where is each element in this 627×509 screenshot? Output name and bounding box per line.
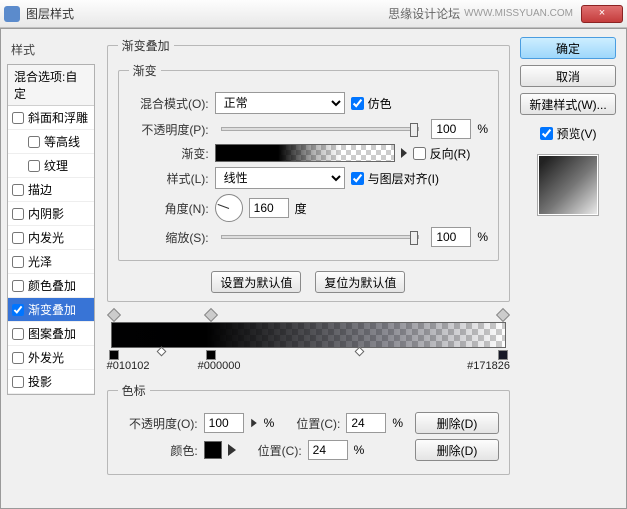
scale-slider[interactable] xyxy=(221,235,420,239)
stop-hex: #000000 xyxy=(198,360,241,372)
opacity-input[interactable] xyxy=(431,119,471,139)
ok-button[interactable]: 确定 xyxy=(520,37,616,59)
opacity-stop[interactable] xyxy=(496,308,510,322)
sidebar-item[interactable]: 纹理 xyxy=(8,154,94,178)
blend-mode-label: 混合模式(O): xyxy=(129,95,209,112)
sidebar-item[interactable]: 图案叠加 xyxy=(8,322,94,346)
position-label: 位置(C): xyxy=(242,442,302,459)
midpoint-icon[interactable] xyxy=(354,347,364,357)
style-label: 样式(L): xyxy=(129,170,209,187)
sidebar-item-label: 内发光 xyxy=(28,229,64,246)
preview-checkbox[interactable]: 预览(V) xyxy=(520,125,616,142)
sidebar-item-label: 颜色叠加 xyxy=(28,277,76,294)
sub-title: 渐变 xyxy=(129,62,161,79)
sidebar-item[interactable]: 光泽 xyxy=(8,250,94,274)
sidebar-item-label: 图案叠加 xyxy=(28,325,76,342)
sidebar-header: 样式 xyxy=(7,39,95,60)
sidebar-item-label: 投影 xyxy=(28,373,52,390)
sidebar-item-label: 斜面和浮雕 xyxy=(28,109,88,126)
opacity-label: 不透明度(P): xyxy=(129,121,209,138)
dropdown-icon[interactable] xyxy=(251,419,257,427)
blend-mode-select[interactable]: 正常 xyxy=(215,92,345,114)
window-title: 图层样式 xyxy=(26,5,388,22)
color-stop[interactable] xyxy=(206,350,216,360)
set-default-button[interactable]: 设置为默认值 xyxy=(211,271,301,293)
reverse-checkbox[interactable]: 反向(R) xyxy=(413,145,471,162)
sidebar-item[interactable]: 斜面和浮雕 xyxy=(8,106,94,130)
angle-label: 角度(N): xyxy=(129,200,209,217)
sidebar-item[interactable]: 描边 xyxy=(8,178,94,202)
titlebar: 图层样式 思缘设计论坛 WWW.MISSYUAN.COM × xyxy=(0,0,627,28)
sidebar-item[interactable]: 内发光 xyxy=(8,226,94,250)
gradient-picker[interactable] xyxy=(215,144,395,162)
scale-input[interactable] xyxy=(431,227,471,247)
style-select[interactable]: 线性 xyxy=(215,167,345,189)
color-dropdown-icon[interactable] xyxy=(228,444,236,456)
gradient-label: 渐变: xyxy=(129,145,209,162)
stop-hex: #171826 xyxy=(467,360,510,372)
close-button[interactable]: × xyxy=(581,5,623,23)
blend-options-header[interactable]: 混合选项:自定 xyxy=(8,65,94,106)
sidebar-item-label: 外发光 xyxy=(28,349,64,366)
new-style-button[interactable]: 新建样式(W)... xyxy=(520,93,616,115)
sidebar-item[interactable]: 投影 xyxy=(8,370,94,394)
sidebar-item-label: 描边 xyxy=(28,181,52,198)
position-input-1[interactable] xyxy=(346,413,386,433)
sidebar-item[interactable]: 内阴影 xyxy=(8,202,94,226)
sidebar-item[interactable]: 等高线 xyxy=(8,130,94,154)
gradient-editor[interactable]: #010102 #000000 #171826 xyxy=(111,322,506,348)
gradient-dropdown-icon[interactable] xyxy=(401,148,407,158)
angle-dial[interactable] xyxy=(215,194,243,222)
delete-color-button[interactable]: 删除(D) xyxy=(415,439,499,461)
sidebar-item-label: 等高线 xyxy=(44,133,80,150)
group-title: 渐变叠加 xyxy=(118,37,174,54)
align-checkbox[interactable]: 与图层对齐(I) xyxy=(351,170,439,187)
reset-default-button[interactable]: 复位为默认值 xyxy=(315,271,405,293)
angle-input[interactable] xyxy=(249,198,289,218)
gradient-sub-group: 渐变 混合模式(O): 正常 仿色 不透明度(P): % 渐变: xyxy=(118,62,499,261)
opacity-slider[interactable] xyxy=(221,127,420,131)
dither-checkbox[interactable]: 仿色 xyxy=(351,95,392,112)
sidebar-item[interactable]: 渐变叠加 xyxy=(8,298,94,322)
sidebar: 样式 混合选项:自定 斜面和浮雕等高线纹理描边内阴影内发光光泽颜色叠加渐变叠加图… xyxy=(1,29,101,508)
opacity-stop[interactable] xyxy=(107,308,121,322)
sidebar-item-label: 光泽 xyxy=(28,253,52,270)
midpoint-icon[interactable] xyxy=(157,347,167,357)
stops-group: 色标 不透明度(O): % 位置(C): % 删除(D) 颜色: 位置(C xyxy=(107,382,510,475)
color-stop[interactable] xyxy=(498,350,508,360)
stop-hex: #010102 xyxy=(107,360,150,372)
sidebar-item[interactable]: 外发光 xyxy=(8,346,94,370)
sidebar-item[interactable]: 颜色叠加 xyxy=(8,274,94,298)
color-label: 颜色: xyxy=(118,442,198,459)
cancel-button[interactable]: 取消 xyxy=(520,65,616,87)
gradient-overlay-group: 渐变叠加 渐变 混合模式(O): 正常 仿色 不透明度(P): % xyxy=(107,37,510,302)
opacity-stop[interactable] xyxy=(203,308,217,322)
delete-stop-button[interactable]: 删除(D) xyxy=(415,412,499,434)
style-list: 混合选项:自定 斜面和浮雕等高线纹理描边内阴影内发光光泽颜色叠加渐变叠加图案叠加… xyxy=(7,64,95,395)
position-label: 位置(C): xyxy=(280,415,340,432)
sidebar-item-label: 纹理 xyxy=(44,157,68,174)
preview-thumbnail xyxy=(537,154,599,216)
stop-opacity-input[interactable] xyxy=(204,413,244,433)
watermark: 思缘设计论坛 WWW.MISSYUAN.COM xyxy=(388,5,573,22)
color-swatch[interactable] xyxy=(204,441,222,459)
color-stop[interactable] xyxy=(109,350,119,360)
gradient-track[interactable] xyxy=(111,322,506,348)
position-input-2[interactable] xyxy=(308,440,348,460)
sidebar-item-label: 内阴影 xyxy=(28,205,64,222)
stop-opacity-label: 不透明度(O): xyxy=(118,415,198,432)
sidebar-item-label: 渐变叠加 xyxy=(28,301,76,318)
app-icon xyxy=(4,6,20,22)
scale-label: 缩放(S): xyxy=(129,229,209,246)
